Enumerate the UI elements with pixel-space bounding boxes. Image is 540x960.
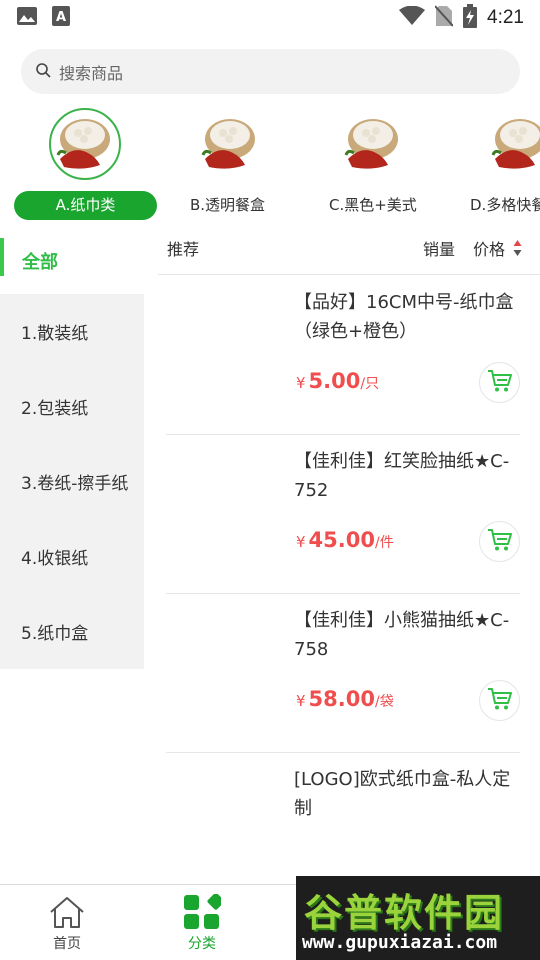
no-sim-icon bbox=[434, 5, 454, 31]
battery-charging-icon bbox=[463, 4, 478, 32]
category-item-c[interactable]: C.黑色+美式 bbox=[301, 104, 446, 222]
product-item[interactable]: 【佳利佳】红笑脸抽纸★C-752 ¥ 45.00 /件 bbox=[166, 435, 520, 594]
add-to-cart-button[interactable] bbox=[479, 521, 520, 562]
category-thumbnail bbox=[484, 108, 540, 180]
product-name: [LOGO]欧式纸巾盒-私人定制 bbox=[294, 769, 511, 819]
price-value: 58.00 bbox=[308, 687, 375, 711]
watermark-url: www.gupuxiazai.com bbox=[302, 932, 498, 953]
nav-label: 分类 bbox=[188, 936, 216, 952]
product-name: 【佳利佳】红笑脸抽纸★C-752 bbox=[294, 451, 510, 501]
product-list: 【品好】16CM中号-纸巾盒（绿色+橙色） ¥ 5.00 /只 【佳利佳】红笑脸… bbox=[166, 276, 520, 912]
svg-text:A: A bbox=[56, 10, 66, 25]
side-item-4[interactable]: 4.收银纸 bbox=[0, 519, 144, 594]
add-to-cart-button[interactable] bbox=[479, 680, 520, 721]
category-item-a[interactable]: A.纸巾类 bbox=[14, 104, 159, 222]
side-list: 1.散装纸 2.包装纸 3.卷纸-擦手纸 4.收银纸 5.纸巾盒 bbox=[0, 294, 144, 669]
wifi-icon bbox=[399, 5, 426, 30]
search-placeholder: 搜索商品 bbox=[59, 63, 124, 83]
watermark: 谷普软件园 www.gupuxiazai.com bbox=[296, 876, 540, 960]
sort-sales[interactable]: 销量 bbox=[423, 236, 455, 260]
category-item-d[interactable]: D.多格快餐 bbox=[448, 104, 540, 222]
watermark-title: 谷普软件园 bbox=[304, 891, 505, 935]
search-bar[interactable]: 搜索商品 bbox=[21, 49, 520, 94]
category-thumbnail bbox=[337, 108, 409, 180]
price-unit: /袋 bbox=[374, 694, 394, 710]
sort-price[interactable]: 价格 bbox=[473, 236, 522, 260]
nav-label: 首页 bbox=[53, 936, 81, 952]
category-strip[interactable]: A.纸巾类 B.透明餐盒 C.黑色+美式 D.多格快餐 bbox=[0, 104, 540, 222]
product-price: ¥ 45.00 /件 bbox=[296, 528, 394, 552]
category-label: B.透明餐盒 bbox=[190, 196, 266, 214]
price-value: 45.00 bbox=[308, 528, 375, 552]
price-unit: /件 bbox=[374, 535, 394, 551]
category-thumbnail bbox=[194, 108, 266, 180]
category-thumbnail bbox=[49, 108, 121, 180]
product-price: ¥ 58.00 /袋 bbox=[296, 687, 394, 711]
category-grid-icon bbox=[183, 893, 221, 931]
price-currency: ¥ bbox=[296, 533, 306, 551]
side-item-all[interactable]: 全部 bbox=[0, 228, 144, 294]
font-a-icon: A bbox=[52, 6, 70, 30]
product-item[interactable]: 【佳利佳】小熊猫抽纸★C-758 ¥ 58.00 /袋 bbox=[166, 594, 520, 753]
sort-recommend[interactable]: 推荐 bbox=[167, 236, 199, 260]
image-icon bbox=[16, 6, 38, 30]
side-item-3[interactable]: 3.卷纸-擦手纸 bbox=[0, 444, 144, 519]
category-label: D.多格快餐 bbox=[470, 196, 540, 214]
sort-bar: 推荐 销量 价格 bbox=[158, 228, 540, 268]
side-item-5[interactable]: 5.纸巾盒 bbox=[0, 594, 144, 669]
price-value: 5.00 bbox=[308, 369, 361, 393]
search-icon bbox=[35, 62, 51, 82]
price-currency: ¥ bbox=[296, 692, 306, 710]
side-item-2[interactable]: 2.包装纸 bbox=[0, 369, 144, 444]
category-item-b[interactable]: B.透明餐盒 bbox=[158, 104, 303, 222]
category-label: C.黑色+美式 bbox=[329, 196, 417, 214]
side-item-1[interactable]: 1.散装纸 bbox=[0, 294, 144, 369]
sort-arrows-icon bbox=[513, 239, 522, 257]
add-to-cart-button[interactable] bbox=[479, 362, 520, 403]
side-item-label: 全部 bbox=[22, 252, 58, 273]
nav-home[interactable]: 首页 bbox=[32, 885, 102, 960]
cart-icon bbox=[487, 369, 513, 397]
nav-category[interactable]: 分类 bbox=[167, 885, 237, 960]
category-label: A.纸巾类 bbox=[14, 191, 157, 220]
active-indicator bbox=[0, 238, 4, 276]
product-price: ¥ 5.00 /只 bbox=[296, 369, 379, 393]
divider bbox=[158, 274, 540, 275]
side-menu: 全部 1.散装纸 2.包装纸 3.卷纸-擦手纸 4.收银纸 5.纸巾盒 bbox=[0, 228, 144, 669]
status-bar: A 4:21 bbox=[0, 0, 540, 36]
status-time: 4:21 bbox=[487, 7, 524, 28]
sort-price-label: 价格 bbox=[473, 240, 506, 259]
home-icon bbox=[48, 893, 86, 931]
product-name: 【佳利佳】小熊猫抽纸★C-758 bbox=[294, 610, 510, 660]
cart-icon bbox=[487, 528, 513, 556]
product-item[interactable]: 【品好】16CM中号-纸巾盒（绿色+橙色） ¥ 5.00 /只 bbox=[166, 276, 520, 435]
product-name: 【品好】16CM中号-纸巾盒（绿色+橙色） bbox=[294, 292, 514, 342]
price-unit: /只 bbox=[360, 376, 380, 392]
cart-icon bbox=[487, 687, 513, 715]
price-currency: ¥ bbox=[296, 374, 306, 392]
